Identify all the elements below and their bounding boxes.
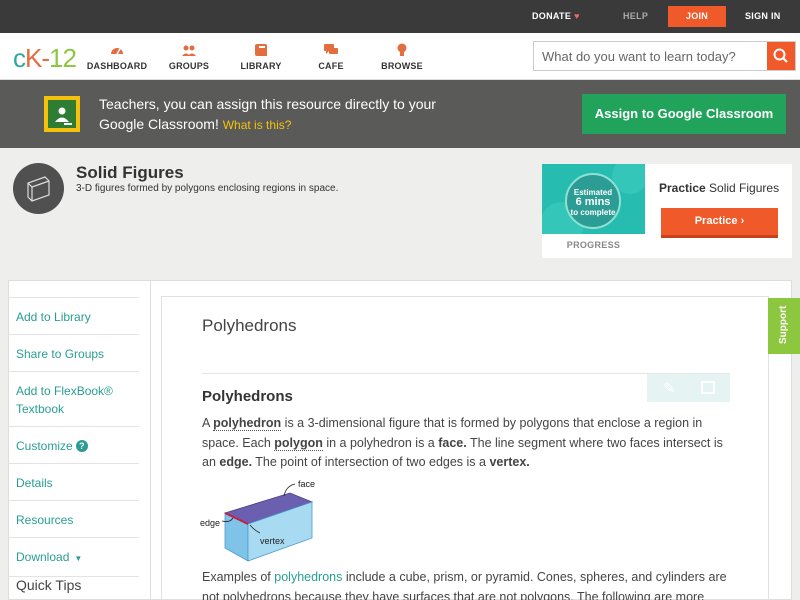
nav-groups[interactable]: GROUPS	[154, 42, 224, 71]
figure-label-face: face	[298, 479, 315, 489]
pencil-icon[interactable]: ✎	[663, 379, 676, 397]
est-line2: 6 mins	[575, 196, 611, 208]
practice-title: Practice Solid Figures	[659, 181, 779, 195]
sidebar-item-download[interactable]: Download ▼	[9, 538, 139, 577]
donate-link[interactable]: DONATE ♥	[532, 0, 580, 33]
nav-library-label: LIBRARY	[240, 61, 282, 71]
solid-figures-icon	[13, 163, 64, 214]
practice-card: Estimated 6 mins to complete PROGRESS Pr…	[542, 164, 792, 258]
nav-groups-label: GROUPS	[168, 61, 210, 71]
support-label: Support	[778, 305, 789, 344]
practice-image: Estimated 6 mins to complete	[542, 164, 645, 234]
sidebar-item-share-to-groups[interactable]: Share to Groups	[9, 335, 139, 372]
nav-bar: cK-12 DASHBOARD GROUPS LIBRARY CAFE BROW…	[0, 33, 800, 80]
logo-c: c	[13, 43, 26, 73]
est-line3: to complete	[570, 208, 616, 217]
concept-subtitle: 3-D figures formed by polygons enclosing…	[76, 183, 339, 194]
cafe-icon	[324, 44, 338, 54]
logo-k: K-	[25, 43, 50, 73]
nav-library[interactable]: LIBRARY	[226, 42, 296, 71]
search-input[interactable]	[534, 42, 768, 70]
dashboard-icon	[111, 48, 123, 55]
practice-button-label: Practice	[694, 215, 738, 227]
search-box	[533, 41, 796, 71]
groups-icon	[182, 45, 196, 56]
polyhedrons-link[interactable]: polyhedrons	[274, 570, 342, 584]
help-icon[interactable]: ?	[75, 440, 88, 452]
banner-message: Teachers, you can assign this resource d…	[99, 94, 449, 135]
sidebar-item-label: Customize	[16, 439, 73, 453]
nav-browse-label: BROWSE	[381, 61, 423, 71]
sidebar-item-resources[interactable]: Resources	[9, 501, 139, 538]
sidebar-item-add-to-flexbook[interactable]: Add to FlexBook® Textbook	[9, 372, 139, 427]
donate-label: DONATE	[532, 11, 572, 21]
sign-in-link[interactable]: SIGN IN	[745, 0, 781, 33]
nav-dashboard-label: DASHBOARD	[86, 61, 148, 71]
figure-label-edge: edge	[200, 518, 220, 528]
sidebar-divider	[150, 280, 151, 600]
nav-cafe[interactable]: CAFE	[296, 42, 366, 71]
sidebar-item-label: Add to FlexBook® Textbook	[16, 384, 113, 416]
sidebar-item-details[interactable]: Details	[9, 464, 139, 501]
assign-to-google-classroom-button[interactable]: Assign to Google Classroom	[582, 94, 786, 134]
library-icon	[255, 44, 267, 56]
progress-label: PROGRESS	[566, 240, 621, 250]
section-title: Polyhedrons	[202, 388, 293, 405]
practice-button[interactable]: Practice ›	[661, 208, 778, 238]
help-link[interactable]: HELP	[623, 0, 648, 33]
quick-tips-heading[interactable]: Quick Tips	[16, 577, 81, 593]
heart-icon: ♥	[574, 11, 580, 21]
join-button[interactable]: JOIN	[668, 6, 726, 27]
sidebar: Add to Library Share to Groups Add to Fl…	[9, 297, 139, 577]
search-button[interactable]	[767, 42, 795, 70]
article-title: Polyhedrons	[202, 316, 297, 335]
logo-12: 12	[49, 43, 77, 73]
practice-title-rest: Solid Figures	[705, 181, 780, 195]
nav-dashboard[interactable]: DASHBOARD	[82, 42, 152, 71]
sidebar-item-label: Download	[16, 550, 70, 564]
term-polyhedron[interactable]: polyhedron	[213, 416, 282, 431]
top-bar: DONATE ♥ HELP JOIN SIGN IN	[0, 0, 800, 33]
nav-cafe-label: CAFE	[318, 61, 344, 71]
sidebar-item-add-to-library[interactable]: Add to Library	[9, 297, 139, 335]
ck12-logo[interactable]: cK-12	[13, 43, 77, 74]
sidebar-item-label: Add to Library	[16, 310, 91, 324]
what-is-this-link[interactable]: What is this?	[223, 118, 292, 132]
search-icon	[773, 48, 788, 63]
practice-title-bold: Practice	[659, 181, 706, 195]
estimated-time-badge: Estimated 6 mins to complete	[565, 173, 621, 229]
sidebar-item-label: Share to Groups	[16, 347, 105, 361]
term-polygon[interactable]: polygon	[274, 435, 323, 451]
article-tools: ✎	[647, 374, 730, 402]
polyhedron-figure: face edge vertex	[200, 479, 315, 562]
sidebar-item-label: Resources	[16, 513, 74, 527]
notes-icon[interactable]	[701, 381, 715, 394]
concept-title: Solid Figures	[76, 163, 184, 182]
nav-browse[interactable]: BROWSE	[367, 42, 437, 71]
support-tab[interactable]: Support	[768, 298, 800, 354]
caret-down-icon: ▼	[74, 554, 83, 563]
sidebar-item-label: Details	[16, 476, 53, 490]
browse-icon	[397, 43, 407, 56]
sidebar-item-customize[interactable]: Customize?	[9, 427, 139, 464]
figure-label-vertex: vertex	[260, 536, 285, 546]
google-classroom-icon	[44, 96, 80, 132]
paragraph-definition: A polyhedron is a 3-dimensional figure t…	[202, 416, 723, 469]
paragraph-examples: Examples of polyhedrons include a cube, …	[202, 570, 727, 600]
chevron-right-icon: ›	[740, 215, 745, 227]
